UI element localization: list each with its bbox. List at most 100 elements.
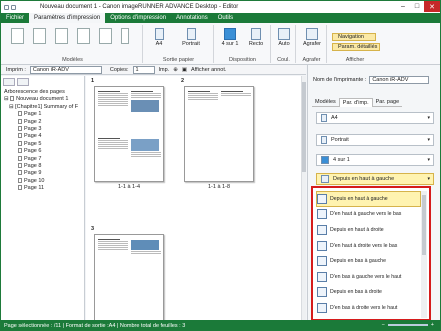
- tab-outils[interactable]: Outils: [213, 13, 238, 23]
- color-button[interactable]: Auto: [273, 28, 295, 47]
- nup-button[interactable]: 4 sur 1: [218, 28, 242, 47]
- zoom-slider[interactable]: [387, 324, 428, 326]
- photo-thumbnail: [131, 100, 159, 112]
- printer-name-label: Nom de l'imprimante :: [313, 77, 367, 83]
- order-option[interactable]: Depuis en bas à gauche: [316, 253, 421, 269]
- scroll-thumb[interactable]: [302, 82, 306, 172]
- page-order-dropdown: Depuis en haut à gauche D'en haut à gauc…: [311, 186, 431, 321]
- tree-tab[interactable]: [3, 78, 15, 86]
- template-thumb-1[interactable]: [11, 28, 24, 44]
- order-option[interactable]: Depuis en haut à gauche: [316, 191, 421, 207]
- mini-page: [98, 90, 128, 134]
- mini-page: [188, 90, 218, 134]
- save-icon[interactable]: [4, 4, 9, 10]
- paper-size-button[interactable]: A4: [147, 28, 171, 47]
- staple-button[interactable]: Agrafer: [299, 28, 325, 47]
- order-option[interactable]: D'en haut à droite vers le bas: [316, 238, 421, 254]
- order-zigzag-icon: [317, 224, 327, 235]
- preview-scrollbar[interactable]: [301, 76, 306, 320]
- navigation-toggle[interactable]: Navigation: [332, 33, 376, 41]
- order-zigzag-icon: [317, 256, 327, 267]
- paper-size-select[interactable]: A4 ▾: [316, 112, 434, 124]
- detailed-settings-toggle[interactable]: Param. détaillés: [332, 43, 380, 51]
- tree-page[interactable]: Page 1: [4, 111, 81, 118]
- tree-page[interactable]: Page 11: [4, 185, 81, 192]
- status-text: Page sélectionnée : /11 | Format de sort…: [4, 322, 186, 329]
- mini-page: [131, 238, 161, 282]
- settings-tabs: Modèles Par. d'imp. Par. page: [312, 98, 403, 107]
- order-zigzag-icon: [317, 287, 327, 298]
- tree-page[interactable]: Page 9: [4, 170, 81, 177]
- thumbnail-tab[interactable]: [17, 78, 29, 86]
- tree-page[interactable]: Page 6: [4, 148, 81, 155]
- tab-annotations[interactable]: Annotations: [171, 13, 213, 23]
- group-label: Modèles: [62, 57, 83, 63]
- page-tree-pane: Arborescence des pages ⊟ Nouveau documen…: [1, 76, 85, 320]
- nup-select[interactable]: 4 sur 1 ▾: [316, 154, 434, 166]
- tree-chapter[interactable]: ⊟ [Chapitre1] Summary of F: [4, 104, 81, 111]
- order-zigzag-icon: [317, 193, 327, 204]
- tab-fichier[interactable]: Fichier: [1, 13, 29, 23]
- tree-root[interactable]: ⊟ Nouveau document 1: [4, 96, 81, 103]
- order-option[interactable]: D'en bas à gauche vers le haut: [316, 269, 421, 285]
- group-modeles: Modèles: [3, 25, 143, 63]
- tab-par-imp[interactable]: Par. d'imp.: [338, 98, 373, 107]
- page-tree: Arborescence des pages ⊟ Nouveau documen…: [1, 88, 84, 194]
- show-annotations-toggle[interactable]: Afficher annot.: [191, 67, 226, 73]
- tree-page[interactable]: Page 4: [4, 133, 81, 140]
- order-zigzag-icon: [317, 271, 327, 282]
- order-option[interactable]: Depuis en haut à droite: [316, 222, 421, 238]
- staple-icon: [306, 28, 318, 40]
- printer-name-select[interactable]: Canon iR-ADV: [369, 76, 430, 84]
- tree-page[interactable]: Page 7: [4, 155, 81, 163]
- zoom-out-icon[interactable]: −: [382, 322, 385, 328]
- sheet-caption: 1-1 à 1-8: [207, 184, 230, 190]
- order-option[interactable]: D'en bas à droite vers le haut: [316, 300, 421, 316]
- template-thumb-5[interactable]: [99, 28, 112, 44]
- sheet-number: 1: [91, 78, 95, 84]
- dropdown-scrollbar[interactable]: [421, 191, 427, 318]
- template-scroll[interactable]: [121, 28, 129, 44]
- tree-page[interactable]: Page 3: [4, 126, 81, 133]
- preview-area: 1 2 3 1-1 à 1-4 1-1 à 1-8: [86, 76, 306, 324]
- mini-page: [98, 238, 128, 282]
- tab-par-page[interactable]: Par. page: [372, 98, 403, 107]
- tab-parametres-impression[interactable]: Paramètres d'impression: [29, 13, 106, 23]
- quick-access: [4, 4, 16, 10]
- orientation-select[interactable]: Portrait ▾: [316, 134, 434, 146]
- zoom-in-icon[interactable]: +: [431, 322, 434, 328]
- sheet-preview-1[interactable]: [94, 86, 164, 182]
- minimize-icon[interactable]: –: [396, 1, 410, 12]
- order-icon: [321, 175, 329, 183]
- tree-page[interactable]: Page 8: [4, 163, 81, 170]
- printer-name-row: Nom de l'imprimante : Canon iR-ADV: [313, 76, 430, 84]
- order-option[interactable]: Depuis en bas à droite: [316, 285, 421, 301]
- maximize-icon[interactable]: □: [410, 1, 424, 12]
- template-thumb-2[interactable]: [33, 28, 46, 44]
- close-icon[interactable]: ✕: [424, 1, 440, 12]
- tab-modeles[interactable]: Modèles: [312, 98, 339, 107]
- scroll-thumb[interactable]: [422, 195, 426, 255]
- fit-icon[interactable]: ▣: [182, 67, 187, 73]
- sheet-preview-2[interactable]: [184, 86, 254, 182]
- printer-select[interactable]: Canon iR-ADV: [29, 65, 102, 74]
- print-button[interactable]: Imp.: [159, 67, 170, 73]
- tree-page[interactable]: Page 2: [4, 118, 81, 126]
- order-option[interactable]: D'en haut à gauche vers le bas: [316, 207, 421, 223]
- orientation-button[interactable]: Portrait: [174, 28, 208, 47]
- zoom-icon[interactable]: ⊕: [173, 67, 178, 73]
- undo-icon[interactable]: [11, 4, 16, 10]
- nup-icon: [224, 28, 236, 40]
- order-zigzag-icon: [317, 209, 327, 220]
- page-order-select[interactable]: Depuis en haut à gauche ▾: [316, 173, 434, 185]
- template-thumb-4[interactable]: [77, 28, 90, 44]
- copies-input[interactable]: 1: [132, 65, 155, 74]
- template-thumb-3[interactable]: [55, 28, 68, 44]
- sheet-preview-3[interactable]: [94, 234, 164, 324]
- tab-options-impression[interactable]: Options d'impression: [105, 13, 171, 23]
- group-afficher: Navigation Param. détaillés Afficher: [328, 25, 382, 63]
- tree-page[interactable]: Page 5: [4, 140, 81, 148]
- tree-page[interactable]: Page 10: [4, 177, 81, 185]
- window-title: Nouveau document 1 - Canon imageRUNNER A…: [40, 4, 239, 10]
- duplex-button[interactable]: Recto: [243, 28, 269, 47]
